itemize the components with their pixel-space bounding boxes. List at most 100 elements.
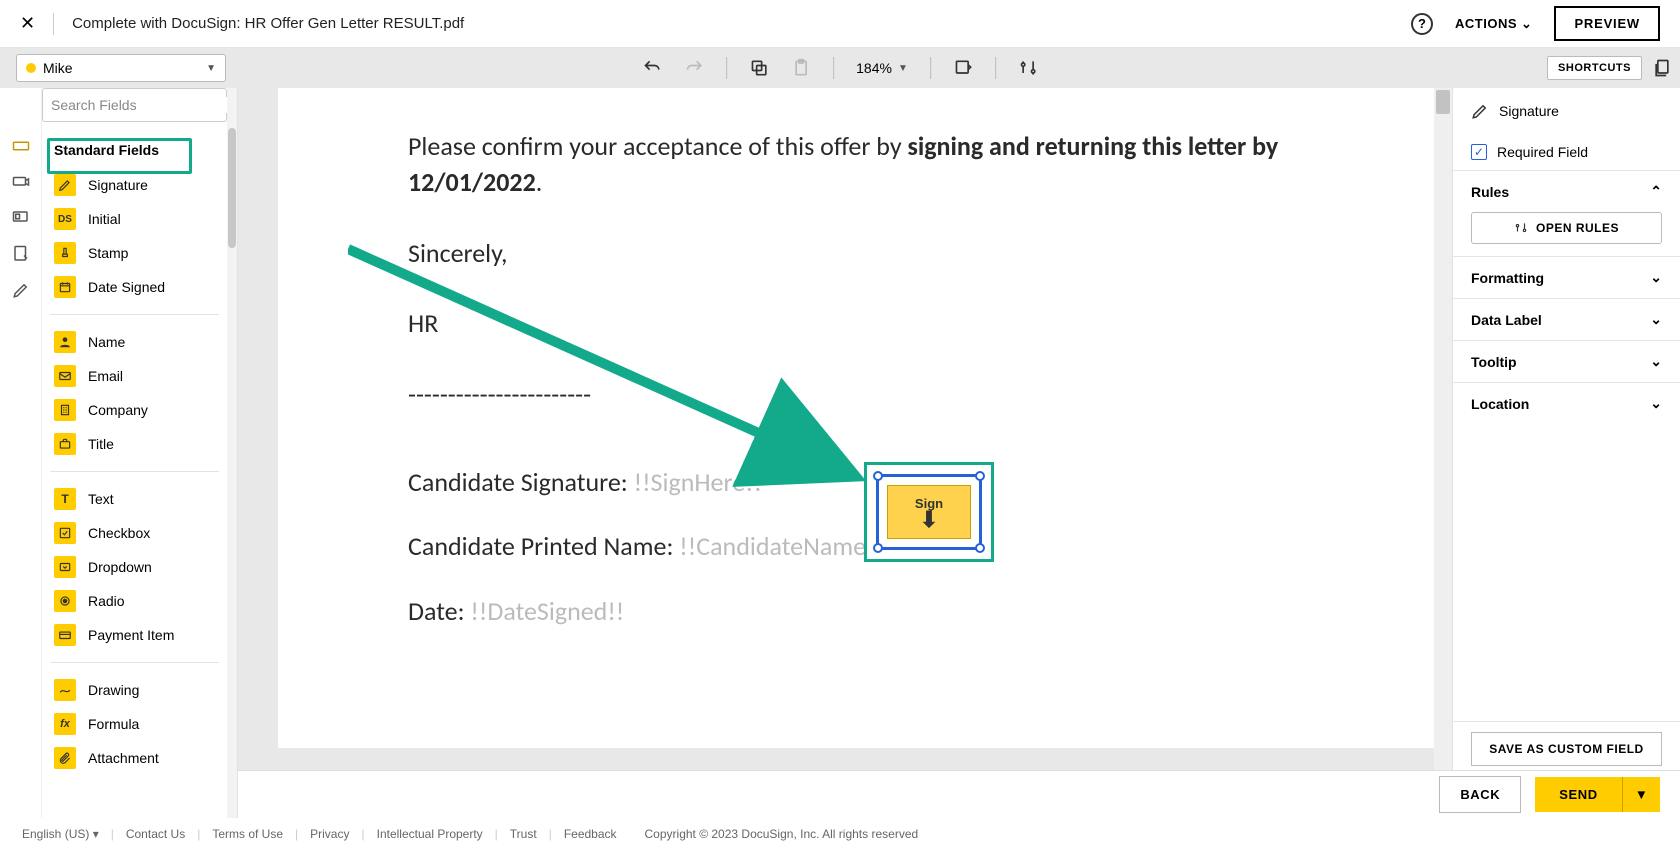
field-label: Company — [88, 402, 148, 418]
doc-separator: ----------------------- — [408, 376, 1312, 412]
undo-icon[interactable] — [642, 58, 662, 78]
field-date-signed[interactable]: Date Signed — [50, 270, 219, 304]
checkbox-icon: ✓ — [1471, 144, 1487, 160]
vertical-scrollbar[interactable] — [1434, 88, 1452, 818]
search-fields[interactable]: ✕ — [42, 88, 227, 122]
field-label: Name — [88, 334, 125, 350]
field-signature[interactable]: Signature — [50, 168, 219, 202]
tab-edit[interactable] — [0, 272, 41, 308]
shortcuts-button[interactable]: SHORTCUTS — [1547, 56, 1642, 80]
footer-link[interactable]: Contact Us — [126, 827, 185, 841]
footer-link[interactable]: Intellectual Property — [377, 827, 483, 841]
chevron-down-icon: ▼ — [206, 63, 216, 74]
accordion-location[interactable]: Location⌄ — [1453, 382, 1680, 424]
preview-button[interactable]: PREVIEW — [1554, 6, 1660, 41]
toolbar-right: SHORTCUTS — [1547, 56, 1672, 80]
redo-icon[interactable] — [684, 58, 704, 78]
field-label: Attachment — [88, 750, 159, 766]
document-canvas[interactable]: Please confirm your acceptance of this o… — [238, 88, 1452, 818]
field-attachment[interactable]: Attachment — [50, 741, 219, 775]
language-select[interactable]: English (US) ▾ — [22, 827, 99, 841]
tab-standard-fields[interactable] — [0, 128, 41, 164]
divider — [995, 57, 996, 79]
copyright: Copyright © 2023 DocuSign, Inc. All righ… — [645, 827, 919, 841]
divider — [930, 57, 931, 79]
tab-merge-fields[interactable] — [0, 200, 41, 236]
rotate-icon[interactable] — [953, 58, 973, 78]
actions-button[interactable]: ACTIONS ⌄ — [1455, 16, 1532, 32]
accordion-data-label[interactable]: Data Label⌄ — [1453, 298, 1680, 340]
chevron-down-icon: ⌄ — [1650, 269, 1662, 286]
field-dropdown[interactable]: Dropdown — [50, 550, 219, 584]
search-input[interactable] — [51, 97, 227, 113]
scrollbar[interactable] — [227, 88, 237, 818]
open-rules-button[interactable]: OPEN RULES — [1471, 212, 1662, 244]
divider — [50, 662, 219, 663]
send-dropdown-button[interactable]: ▼ — [1622, 777, 1660, 812]
close-icon[interactable]: ✕ — [20, 13, 35, 34]
formula-icon: fx — [54, 713, 76, 735]
bottom-action-bar: BACK SEND ▼ — [238, 770, 1680, 818]
resize-handle[interactable] — [873, 543, 883, 553]
resize-handle[interactable] — [975, 543, 985, 553]
field-payment[interactable]: Payment Item — [50, 618, 219, 652]
pen-icon — [1471, 102, 1489, 120]
field-formula[interactable]: fx Formula — [50, 707, 219, 741]
chevron-down-icon: ⌄ — [1650, 311, 1662, 328]
accordion-rules[interactable]: Rules⌃ — [1453, 170, 1680, 212]
footer-link[interactable]: Privacy — [310, 827, 349, 841]
accordion-tooltip[interactable]: Tooltip⌄ — [1453, 340, 1680, 382]
footer: English (US) ▾ | Contact Us| Terms of Us… — [0, 818, 1680, 850]
field-email[interactable]: Email — [50, 359, 219, 393]
building-icon — [54, 399, 76, 421]
rules-icon — [1514, 221, 1528, 235]
toolbar: Mike ▼ 184% ▼ SHORTCUTS — [0, 48, 1680, 88]
pages-icon[interactable] — [1652, 58, 1672, 78]
paste-icon[interactable] — [791, 58, 811, 78]
field-stamp[interactable]: Stamp — [50, 236, 219, 270]
download-arrow-icon: ⬇ — [920, 511, 938, 529]
field-label: Title — [88, 436, 114, 452]
field-radio[interactable]: Radio — [50, 584, 219, 618]
field-label: Stamp — [88, 245, 128, 261]
field-initial[interactable]: DSInitial — [50, 202, 219, 236]
footer-link[interactable]: Trust — [510, 827, 537, 841]
send-button[interactable]: SEND — [1535, 777, 1622, 812]
field-checkbox[interactable]: Checkbox — [50, 516, 219, 550]
help-icon[interactable]: ? — [1411, 13, 1433, 35]
payment-icon — [54, 624, 76, 646]
chevron-down-icon: ▼ — [1635, 787, 1648, 802]
footer-link[interactable]: Terms of Use — [212, 827, 283, 841]
open-rules-label: OPEN RULES — [1536, 221, 1619, 235]
accordion-formatting[interactable]: Formatting⌄ — [1453, 256, 1680, 298]
placed-signature-tag[interactable]: Sign ⬇ — [864, 462, 994, 562]
footer-link[interactable]: Feedback — [564, 827, 617, 841]
field-title[interactable]: Title — [50, 427, 219, 461]
tab-prefill[interactable] — [0, 236, 41, 272]
tab-custom-fields[interactable] — [0, 164, 41, 200]
recipient-select[interactable]: Mike ▼ — [16, 54, 226, 82]
field-label: Signature — [88, 177, 148, 193]
copy-icon[interactable] — [749, 58, 769, 78]
field-label: Initial — [88, 211, 121, 227]
field-name[interactable]: Name — [50, 325, 219, 359]
back-button[interactable]: BACK — [1439, 776, 1521, 813]
field-label: Text — [88, 491, 114, 507]
save-custom-field-button[interactable]: SAVE AS CUSTOM FIELD — [1471, 732, 1662, 766]
properties-title: Signature — [1499, 103, 1559, 119]
field-text[interactable]: TText — [50, 482, 219, 516]
header-right: ? ACTIONS ⌄ PREVIEW — [1411, 6, 1660, 41]
field-drawing[interactable]: Drawing — [50, 673, 219, 707]
resize-handle[interactable] — [975, 471, 985, 481]
chevron-up-icon: ⌃ — [1650, 183, 1662, 200]
required-field-checkbox[interactable]: ✓ Required Field — [1471, 144, 1662, 160]
recipient-name: Mike — [43, 60, 206, 76]
divider — [53, 13, 54, 35]
field-label: Formula — [88, 716, 139, 732]
field-label: Email — [88, 368, 123, 384]
resize-handle[interactable] — [873, 471, 883, 481]
calendar-icon — [54, 276, 76, 298]
field-company[interactable]: Company — [50, 393, 219, 427]
settings-icon[interactable] — [1018, 58, 1038, 78]
zoom-control[interactable]: 184% ▼ — [856, 60, 908, 76]
